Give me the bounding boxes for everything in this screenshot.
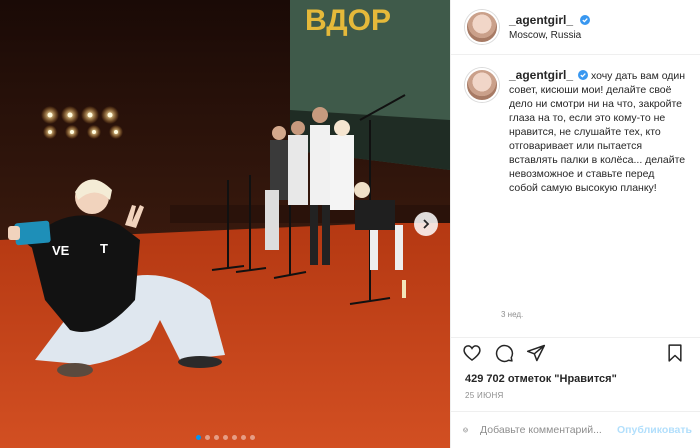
carousel-dots xyxy=(0,435,450,440)
time-ago[interactable]: 3 нед. xyxy=(501,310,523,319)
verified-badge-icon xyxy=(578,70,589,80)
post-photo[interactable]: ВДОР VE T xyxy=(0,0,450,448)
carousel-dot[interactable] xyxy=(222,435,228,440)
caption-avatar[interactable] xyxy=(465,68,499,102)
likes-count[interactable]: 429 702 отметок "Нравится" xyxy=(465,373,617,385)
carousel-dot[interactable] xyxy=(204,435,210,440)
post-details-panel: _agentgirl_ Moscow, Russia _agentgirl_ х… xyxy=(450,0,700,448)
svg-text:T: T xyxy=(100,241,108,256)
caption-area: _agentgirl_ хочу дать вам один совет, ки… xyxy=(451,54,700,324)
comment-icon xyxy=(495,344,514,363)
post-comment-button[interactable]: Опубликовать xyxy=(617,424,692,436)
post-header: _agentgirl_ Moscow, Russia xyxy=(451,0,700,55)
svg-text:VE: VE xyxy=(52,243,70,258)
chevron-right-icon xyxy=(423,219,430,229)
avatar[interactable] xyxy=(465,10,499,44)
comment-bar: Опубликовать xyxy=(451,411,700,448)
glass-on-floor xyxy=(402,280,406,298)
heart-icon xyxy=(463,345,481,362)
likes-label: отметок "Нравится" xyxy=(507,373,617,385)
next-photo-button[interactable] xyxy=(414,212,438,236)
emoji-icon[interactable] xyxy=(463,420,468,440)
screen-text: ВДОР xyxy=(305,4,391,37)
carousel-dot[interactable] xyxy=(195,435,201,440)
caption-text: хочу дать вам один совет, кисюши мои! де… xyxy=(509,70,686,194)
header-username[interactable]: _agentgirl_ xyxy=(509,13,573,27)
like-button[interactable] xyxy=(461,342,483,364)
caption: _agentgirl_ хочу дать вам один совет, ки… xyxy=(509,68,686,195)
verified-badge-icon xyxy=(580,14,591,25)
carousel-dot[interactable] xyxy=(240,435,246,440)
comment-button[interactable] xyxy=(493,342,515,364)
carousel-dot[interactable] xyxy=(249,435,255,440)
bookmark-icon xyxy=(668,344,682,362)
save-button[interactable] xyxy=(664,342,686,364)
action-bar xyxy=(451,337,700,368)
carousel-dot[interactable] xyxy=(231,435,237,440)
share-button[interactable] xyxy=(525,342,547,364)
carousel-dot[interactable] xyxy=(213,435,219,440)
stage-photo-illustration: ВДОР VE T xyxy=(0,0,450,448)
comment-input[interactable] xyxy=(478,423,618,437)
location-link[interactable]: Moscow, Russia xyxy=(509,28,590,43)
caption-username[interactable]: _agentgirl_ xyxy=(509,68,573,82)
post-date[interactable]: 25 ИЮНЯ xyxy=(465,391,504,400)
share-icon xyxy=(526,344,546,362)
likes-number: 429 702 xyxy=(465,373,505,385)
